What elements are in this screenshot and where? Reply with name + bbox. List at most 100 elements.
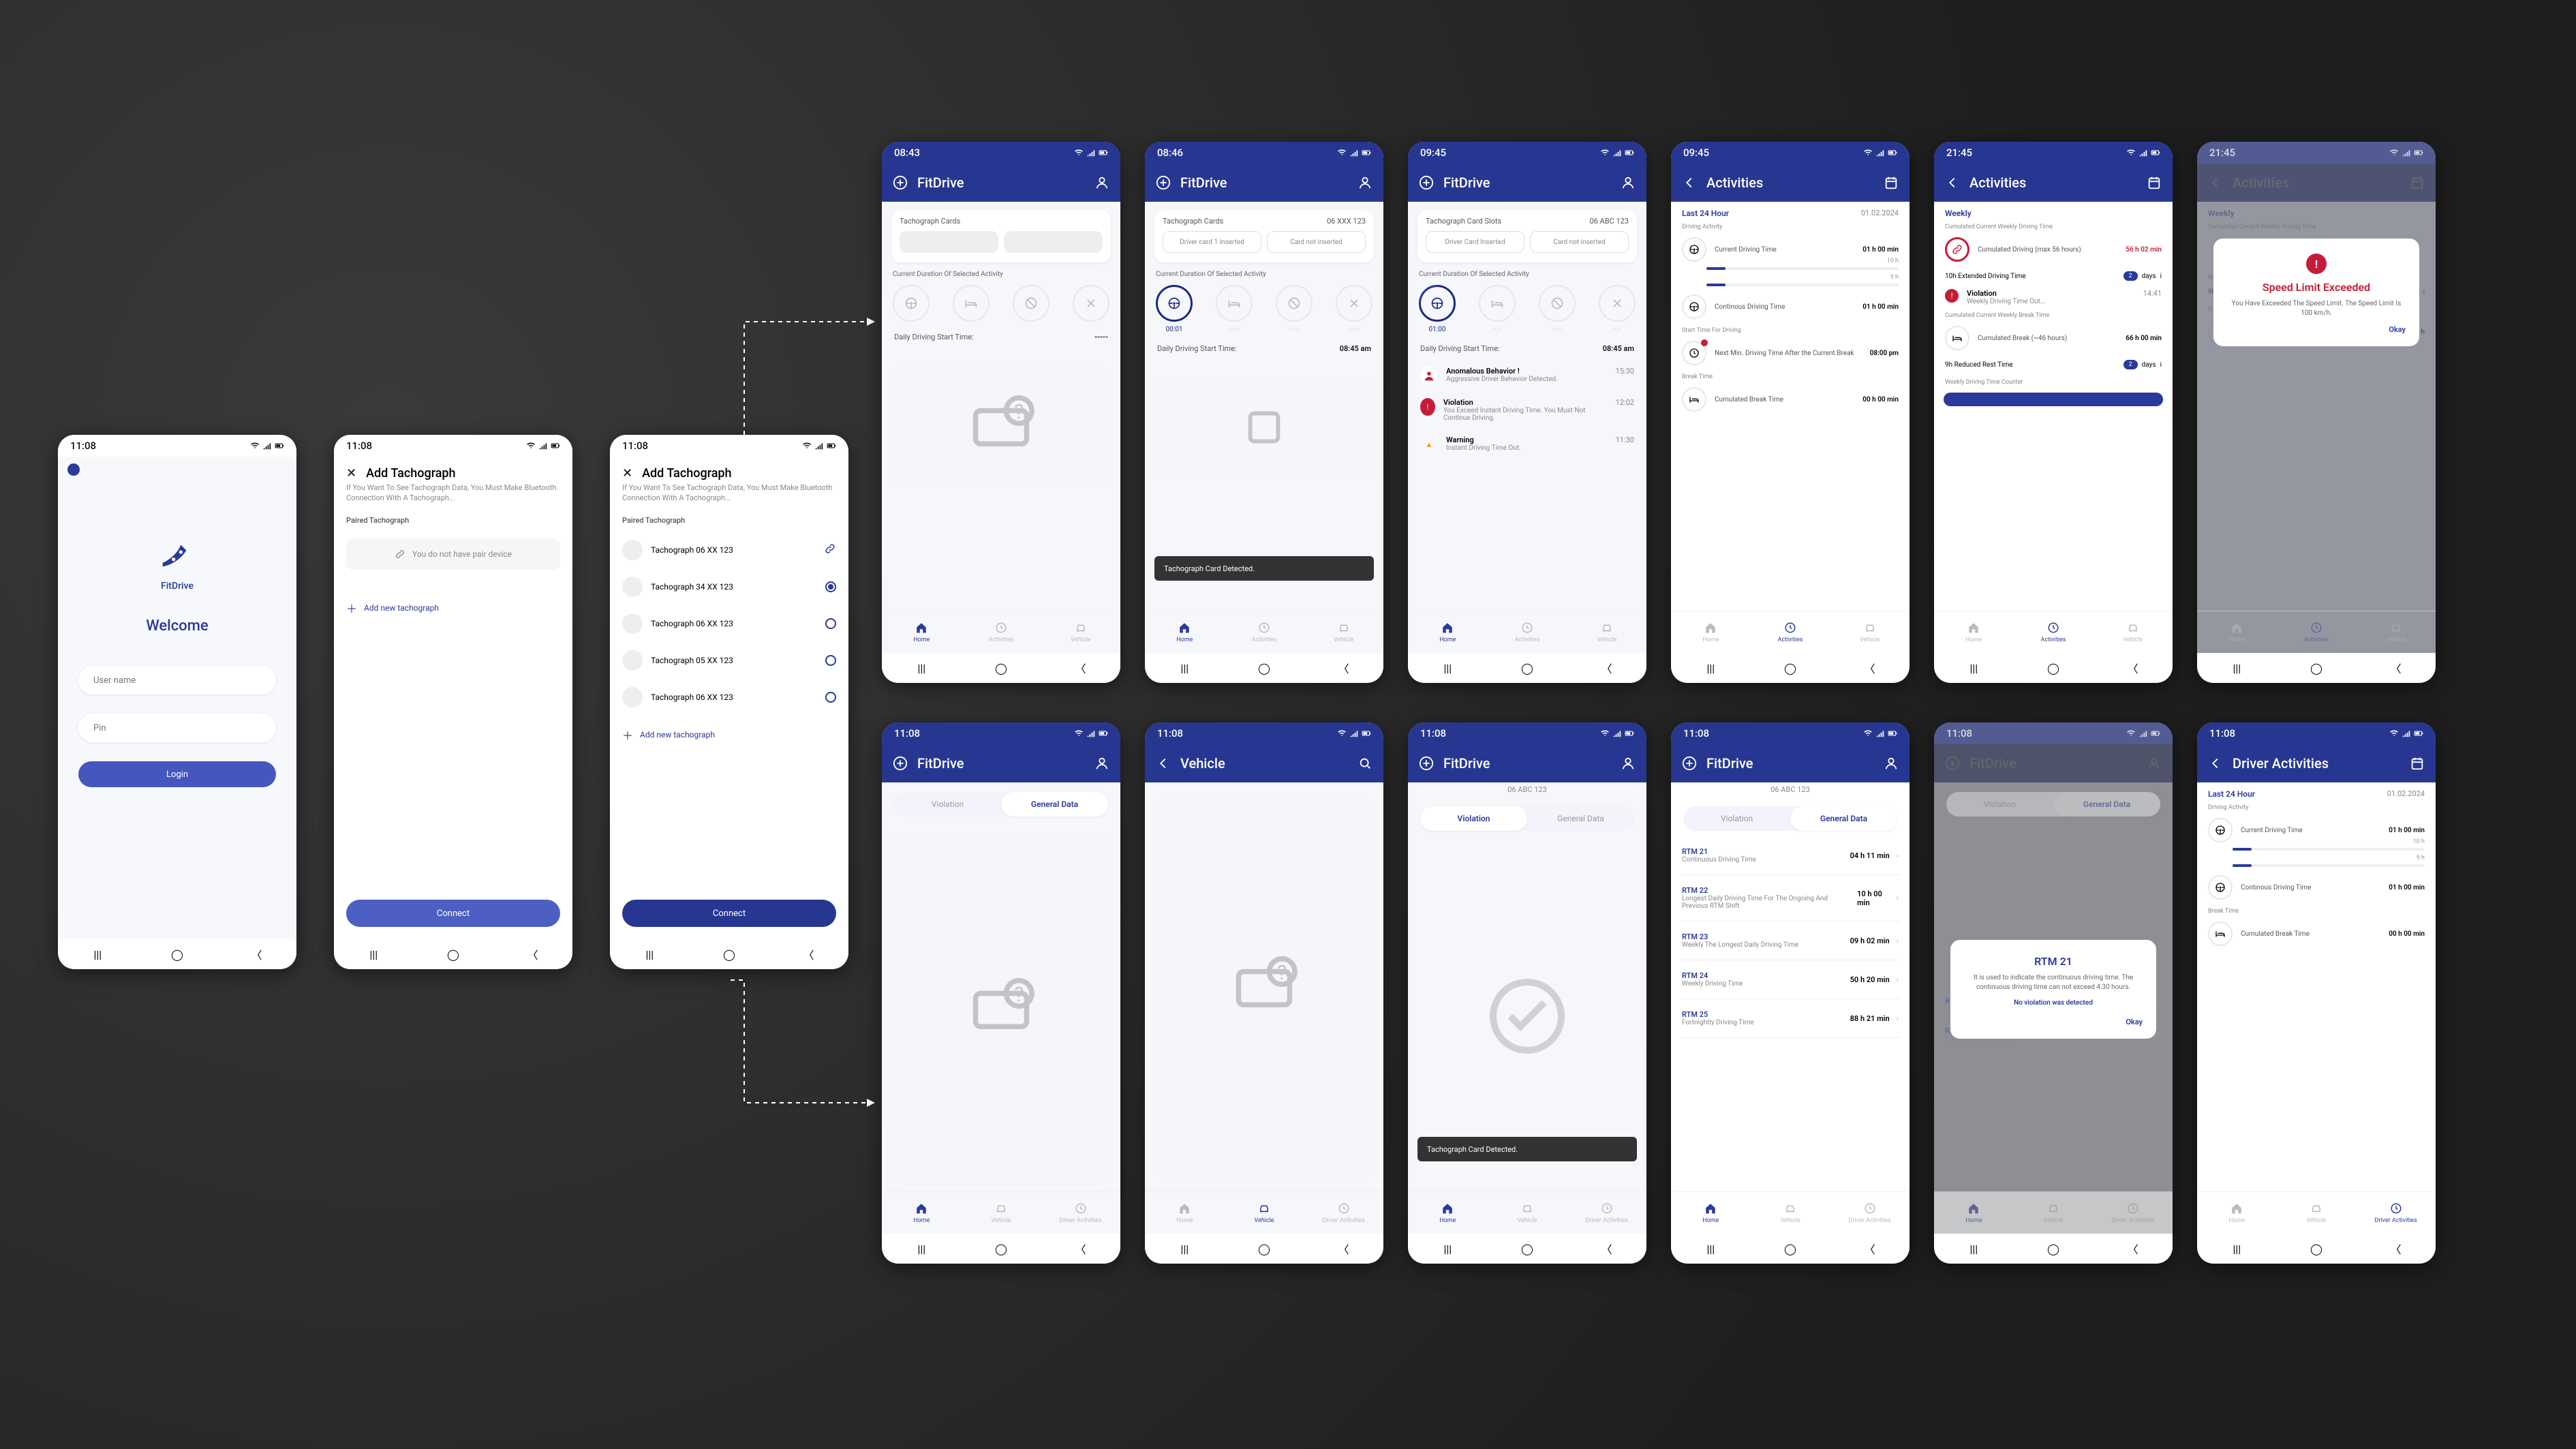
pin-input[interactable] [78,714,276,742]
steer-ring[interactable] [1419,285,1456,322]
radio[interactable] [825,655,836,666]
rest-ring[interactable] [953,285,990,322]
user-icon[interactable] [1094,756,1109,771]
tab-general[interactable]: General Data [1790,806,1897,831]
daily-label: Daily Driving Start Time: [894,333,974,341]
nav-home[interactable]: Home [882,611,962,653]
back-icon[interactable] [2208,756,2223,771]
close-button[interactable]: ✕ [346,466,356,481]
rtm-dialog: RTM 21 It is used to indicate the contin… [1950,940,2156,1039]
calendar-icon[interactable] [2147,175,2162,190]
alert-anomalous[interactable]: Anomalous Behavior !Aggressive Driver Be… [1408,360,1646,391]
nav-driver[interactable]: Driver Activities [1304,1192,1383,1234]
nav-home[interactable]: Home [1408,611,1488,653]
nav-vehicle[interactable]: Vehicle [2277,1192,2357,1234]
bed-icon [1682,387,1706,412]
alert-warning[interactable]: ▲WarningInstant Driving Time Out.11:30 [1408,429,1646,460]
back-icon[interactable] [1156,756,1171,771]
steer-ring[interactable] [1156,285,1193,322]
android-nav[interactable]: |||◯〈 [58,939,296,969]
back-icon[interactable] [1682,175,1697,190]
connect-button[interactable]: Connect [346,900,560,927]
tab-violation[interactable]: Violation [1420,806,1527,831]
nav-vehicle[interactable]: Vehicle [1830,611,1910,653]
nav-home[interactable]: Home [1145,611,1225,653]
tacho-row[interactable]: Tachograph 34 XX 123 [610,568,848,605]
nav-home[interactable]: Home [2197,1192,2277,1234]
username-input[interactable] [78,666,276,695]
nav-home[interactable]: Home [1671,611,1751,653]
add-new-button[interactable]: ＋Add new tachograph [610,716,848,754]
android-nav[interactable]: |||◯〈 [610,939,848,969]
back-icon[interactable] [1945,175,1960,190]
plus-icon[interactable] [1419,756,1434,771]
nav-vehicle[interactable]: Vehicle [1567,611,1646,653]
nav-driver[interactable]: Driver Activities [1041,1192,1120,1234]
user-icon[interactable] [1884,756,1899,771]
status-time: 11:08 [622,440,648,452]
nav-vehicle[interactable]: Vehicle [1041,611,1120,653]
tacho-row[interactable]: Tachograph 06 XX 123 [610,532,848,568]
nav-vehicle[interactable]: Vehicle [1488,1192,1567,1234]
nav-home[interactable]: Home [1145,1192,1225,1234]
close-button[interactable]: ✕ [622,466,632,481]
rtm-row[interactable]: RTM 21Continuous Driving Time04 h 11 min… [1671,840,1910,870]
android-nav[interactable]: |||◯〈 [334,939,572,969]
search-icon[interactable] [1358,756,1373,771]
dialog-ok[interactable]: Okay [1964,1018,2143,1026]
status-time: 11:08 [70,440,96,452]
radio-selected[interactable] [825,581,836,592]
plus-icon[interactable] [1419,175,1434,190]
plus-icon[interactable] [893,175,908,190]
user-icon[interactable] [1621,756,1636,771]
dialog-ok[interactable]: Okay [2227,325,2406,334]
tab-general[interactable]: General Data [1001,792,1108,817]
nav-home[interactable]: Home [1934,611,2014,653]
tacho-row[interactable]: Tachograph 05 XX 123 [610,642,848,679]
rtm-row[interactable]: RTM 24Weekly Driving Time50 h 20 min› [1671,964,1910,994]
tacho-row[interactable]: Tachograph 06 XX 123 [610,679,848,716]
nav-home[interactable]: Home [882,1192,962,1234]
screen-driver-activities: 11:08 Driver Activities Last 24 Hour01.0… [2197,722,2436,1264]
blue-dot-icon [67,463,80,476]
tab-violation[interactable]: Violation [1683,806,1790,831]
nav-activities[interactable]: Activities [1751,611,1830,653]
rtm-row[interactable]: RTM 25Fortnightly Driving Time88 h 21 mi… [1671,1003,1910,1033]
radio[interactable] [825,618,836,629]
calendar-icon[interactable] [2410,756,2425,771]
alert-violation[interactable]: !ViolationYou Exceed Instant Driving Tim… [1408,391,1646,429]
nav-activities[interactable]: Activities [2014,611,2094,653]
info-icon[interactable]: i [2160,273,2162,280]
tab-general[interactable]: General Data [1527,806,1634,831]
nav-vehicle[interactable]: Vehicle [1304,611,1383,653]
nav-home[interactable]: Home [1408,1192,1488,1234]
info-icon[interactable]: i [2160,361,2162,369]
user-icon[interactable] [1094,175,1109,190]
steer-ring[interactable] [893,285,930,322]
nav-driver[interactable]: Driver Activities [1567,1192,1646,1234]
nav-driver[interactable]: Driver Activities [2356,1192,2436,1234]
rtm-row[interactable]: RTM 23Weekly The Longest Daily Driving T… [1671,926,1910,956]
plus-icon[interactable] [1682,756,1697,771]
plus-icon[interactable] [893,756,908,771]
tab-violation[interactable]: Violation [894,792,1001,817]
radio[interactable] [825,692,836,703]
user-icon[interactable] [1358,175,1373,190]
rtm-row[interactable]: RTM 22Longest Daily Driving Time For The… [1671,879,1910,917]
nav-activities[interactable]: Activities [962,611,1041,653]
steer-icon [1682,294,1706,319]
nav-vehicle[interactable]: Vehicle [2093,611,2173,653]
nav-activities[interactable]: Activities [1225,611,1304,653]
avail-ring[interactable] [1013,285,1049,322]
add-new-button[interactable]: ＋Add new tachograph [334,589,572,627]
nav-activities[interactable]: Activities [1488,611,1567,653]
work-ring[interactable] [1073,285,1109,322]
login-button[interactable]: Login [78,761,276,787]
nav-vehicle[interactable]: Vehicle [962,1192,1041,1234]
nav-vehicle[interactable]: Vehicle [1225,1192,1304,1234]
tacho-row[interactable]: Tachograph 06 XX 123 [610,605,848,642]
plus-icon[interactable] [1156,175,1171,190]
calendar-icon[interactable] [1884,175,1899,190]
user-icon[interactable] [1621,175,1636,190]
connect-button[interactable]: Connect [622,900,836,927]
